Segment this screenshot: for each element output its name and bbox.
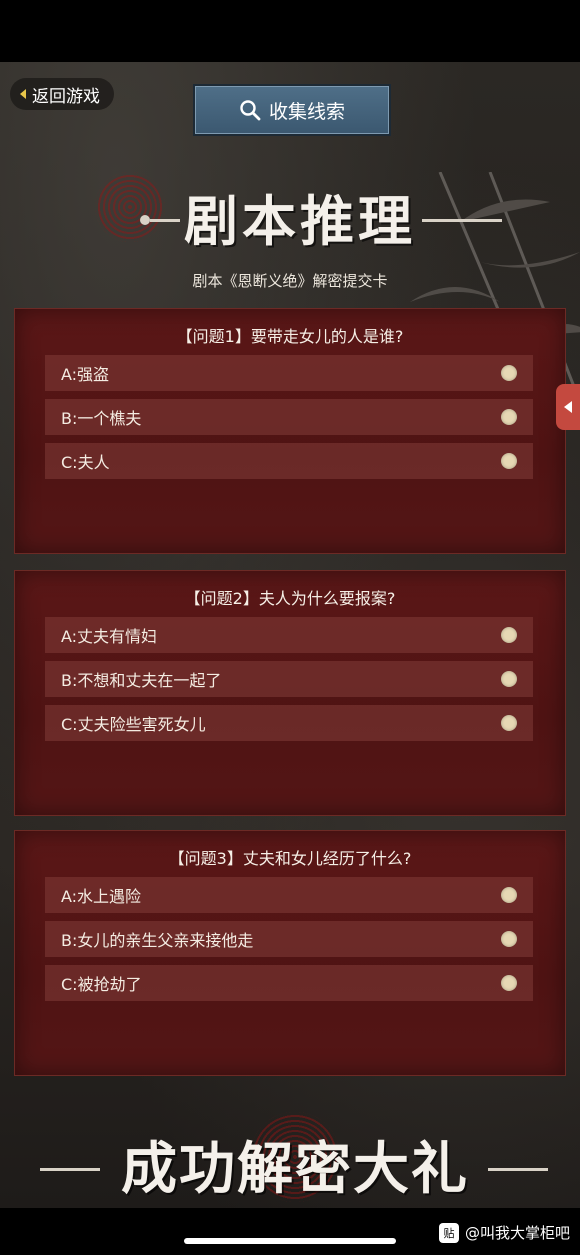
option-b[interactable]: B:一个樵夫 [45, 399, 533, 435]
option-label: C:被抢劫了 [61, 975, 142, 994]
question-card-3: 【问题3】丈夫和女儿经历了什么? A:水上遇险 B:女儿的亲生父亲来接他走 C:… [14, 830, 566, 1076]
page-subtitle: 剧本《恩断义绝》解密提交卡 [192, 272, 388, 290]
option-b[interactable]: B:不想和丈夫在一起了 [45, 661, 533, 697]
title-ornament-line [150, 219, 180, 222]
option-b[interactable]: B:女儿的亲生父亲来接他走 [45, 921, 533, 957]
back-button-label: 返回游戏 [32, 86, 100, 107]
option-a[interactable]: A:水上遇险 [45, 877, 533, 913]
reward-title: 成功解密大礼 [121, 1136, 469, 1202]
question-card-2: 【问题2】夫人为什么要报案? A:丈夫有情妇 B:不想和丈夫在一起了 C:丈夫险… [14, 570, 566, 816]
title-ornament-line [488, 1168, 548, 1171]
search-icon [240, 100, 261, 121]
option-label: C:丈夫险些害死女儿 [61, 715, 206, 734]
option-a[interactable]: A:强盗 [45, 355, 533, 391]
home-indicator[interactable] [184, 1238, 396, 1244]
collect-clues-label: 收集线索 [268, 100, 345, 123]
radio-button-icon[interactable] [501, 671, 517, 687]
page-title-banner: 剧本推理 [0, 177, 580, 257]
title-ornament-line [40, 1168, 100, 1171]
radio-button-icon[interactable] [501, 715, 517, 731]
radio-button-icon[interactable] [501, 887, 517, 903]
question-title: 【问题2】夫人为什么要报案? [184, 589, 396, 608]
option-label: A:丈夫有情妇 [61, 627, 158, 646]
radio-button-icon[interactable] [501, 453, 517, 469]
radio-button-icon[interactable] [501, 975, 517, 991]
source-label: @叫我大掌柜吧 [464, 1224, 570, 1242]
option-label: B:女儿的亲生父亲来接他走 [61, 931, 254, 950]
question-title: 【问题3】丈夫和女儿经历了什么? [168, 849, 412, 868]
collect-clues-button[interactable]: 收集线索 [193, 84, 391, 136]
radio-button-icon[interactable] [501, 931, 517, 947]
title-ornament-line [422, 219, 502, 222]
game-screen: 返回游戏 收集线索 剧本推理 剧本《恩断义绝》解密提交卡 【问题1】要带走女儿的… [0, 62, 580, 1208]
radio-button-icon[interactable] [501, 365, 517, 381]
back-arrow-icon [20, 89, 26, 99]
option-label: A:水上遇险 [61, 887, 142, 906]
radio-button-icon[interactable] [501, 409, 517, 425]
option-label: C:夫人 [61, 453, 110, 472]
source-badge: 贴 @叫我大掌柜吧 [438, 1222, 570, 1243]
back-to-game-button[interactable]: 返回游戏 [10, 78, 114, 110]
option-label: B:一个樵夫 [61, 409, 142, 428]
option-a[interactable]: A:丈夫有情妇 [45, 617, 533, 653]
option-label: A:强盗 [61, 365, 110, 384]
side-panel-tab[interactable] [556, 384, 580, 430]
question-title: 【问题1】要带走女儿的人是谁? [176, 327, 404, 346]
title-ornament-dot [140, 215, 150, 225]
option-c[interactable]: C:丈夫险些害死女儿 [45, 705, 533, 741]
option-c[interactable]: C:夫人 [45, 443, 533, 479]
option-c[interactable]: C:被抢劫了 [45, 965, 533, 1001]
question-card-1: 【问题1】要带走女儿的人是谁? A:强盗 B:一个樵夫 C:夫人 [14, 308, 566, 554]
tieba-badge-icon: 贴 [438, 1222, 459, 1243]
chevron-left-icon [564, 401, 572, 413]
reward-banner: 成功解密大礼 [0, 1112, 580, 1202]
radio-button-icon[interactable] [501, 627, 517, 643]
page-title: 剧本推理 [184, 189, 416, 253]
option-label: B:不想和丈夫在一起了 [61, 671, 222, 690]
